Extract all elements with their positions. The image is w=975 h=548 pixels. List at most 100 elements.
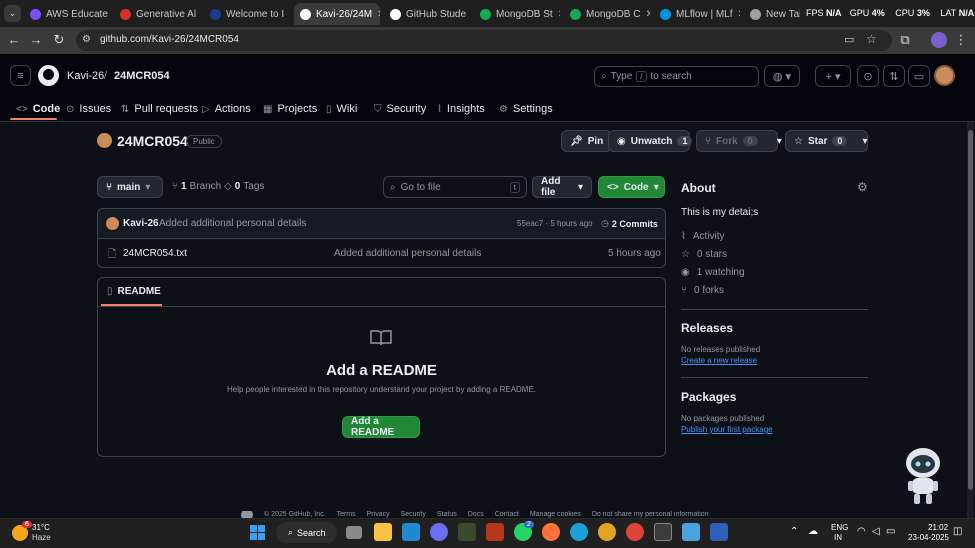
search-input[interactable]: ⌕ Type / to search	[594, 66, 759, 87]
vscode-icon[interactable]	[402, 523, 420, 541]
notification-bell-icon[interactable]: ◫	[953, 526, 962, 537]
about-settings-icon[interactable]: ⚙	[857, 180, 868, 194]
lang-top[interactable]: ENG	[831, 523, 848, 532]
chrome-profile-icon[interactable]	[626, 523, 644, 541]
tags-link[interactable]: ◇ 0 Tags	[224, 181, 264, 192]
notepad-icon[interactable]	[682, 523, 700, 541]
bookmark-star-icon[interactable]: ☆	[866, 32, 877, 46]
tab-close-icon[interactable]: ✕	[377, 9, 380, 20]
back-icon[interactable]: ←	[5, 31, 23, 49]
packages-heading[interactable]: Packages	[681, 390, 736, 404]
browser-tab[interactable]: New Tab	[744, 3, 800, 25]
profile-avatar-icon[interactable]	[931, 32, 947, 48]
tab-wiki[interactable]: ▯ Wiki	[326, 100, 357, 118]
tab-actions[interactable]: ▷ Actions	[202, 100, 251, 118]
tab-close-icon[interactable]: ✕	[738, 9, 741, 20]
branch-selector[interactable]: ⑂ main ▾	[97, 176, 163, 198]
commit-author[interactable]: Kavi-26	[123, 218, 159, 229]
browser-tab[interactable]: Generative Al✕	[114, 3, 200, 25]
browser-tab[interactable]: MongoDB St ✕	[474, 3, 560, 25]
firefox-icon[interactable]	[542, 523, 560, 541]
tab-security[interactable]: ⛉ Security	[374, 100, 426, 118]
branches-link[interactable]: ⑂ 1 Branch	[172, 181, 221, 192]
browser-tab[interactable]: MongoDB C ✕	[564, 3, 650, 25]
tab-close-icon[interactable]: ✕	[645, 9, 650, 20]
lang-bottom[interactable]: IN	[834, 533, 842, 542]
browser-menu-icon[interactable]: ⋮	[952, 31, 970, 49]
inbox-icon[interactable]: ▭	[908, 65, 930, 87]
pin-button[interactable]: 📌︎ Pin	[561, 130, 613, 152]
taskbar-search[interactable]: ⌕ Search	[276, 522, 337, 543]
weather-widget[interactable]: 6 31°C Haze	[8, 521, 68, 545]
copilot-app-icon[interactable]	[430, 523, 448, 541]
task-view-icon[interactable]	[346, 526, 362, 539]
onedrive-icon[interactable]: ☁	[808, 526, 818, 537]
tab-code[interactable]: <> Code	[16, 100, 60, 118]
watching-link[interactable]: ◉ 1 watching	[681, 267, 745, 278]
commit-meta[interactable]: 55eac7 · 5 hours ago	[517, 219, 593, 228]
tray-chevron-icon[interactable]: ⌃	[790, 526, 798, 537]
install-app-icon[interactable]: ▭	[844, 33, 854, 46]
file-name[interactable]: 24MCR054.txt	[123, 248, 187, 259]
unwatch-button[interactable]: ◉Unwatch 1 ▾	[608, 130, 702, 152]
word-icon[interactable]	[710, 523, 728, 541]
scrollbar-thumb[interactable]	[968, 130, 973, 490]
file-explorer-icon[interactable]	[374, 523, 392, 541]
commits-link[interactable]: ◷ 2 Commits	[601, 218, 658, 229]
create-release-link[interactable]: Create a new release	[681, 356, 757, 365]
add-file-button[interactable]: Add file ▾	[532, 176, 592, 198]
wifi-icon[interactable]: ◠	[857, 526, 866, 537]
browser-tab[interactable]: Kavi-26/24M ✕	[294, 3, 380, 25]
tab-close-icon[interactable]: ✕	[558, 9, 560, 20]
stars-link[interactable]: ☆ 0 stars	[681, 249, 727, 260]
page-scrollbar[interactable]	[967, 122, 974, 518]
site-info-icon[interactable]: ⚙	[82, 34, 91, 45]
forward-icon[interactable]: →	[27, 31, 45, 49]
forks-link[interactable]: ⑂ 0 forks	[681, 285, 724, 296]
star-button[interactable]: ☆ Star 0 ▾	[785, 130, 868, 152]
add-readme-button[interactable]: Add a README	[342, 416, 420, 438]
browser-tab[interactable]: MLflow | MLf ✕	[654, 3, 740, 25]
clock-time[interactable]: 21:02	[928, 523, 948, 532]
readme-tab[interactable]: ▯ README	[107, 286, 161, 297]
repo-link[interactable]: 24MCR054	[114, 70, 170, 82]
volume-icon[interactable]: ◁	[872, 526, 880, 537]
copilot-button[interactable]: ◍ ▾	[764, 65, 800, 87]
tab-search-button[interactable]: ⌄	[4, 5, 21, 22]
edge-icon[interactable]	[570, 523, 588, 541]
game-app-icon[interactable]	[458, 523, 476, 541]
issues-icon[interactable]: ⊙	[857, 65, 879, 87]
owner-link[interactable]: Kavi-26	[67, 70, 104, 82]
browser-tab[interactable]: AWS Educate✕	[24, 3, 110, 25]
table-row[interactable]: 🗋︎ 24MCR054.txt Added additional persona…	[98, 240, 665, 267]
tab-close-icon[interactable]: ✕	[289, 9, 290, 20]
tab-projects[interactable]: ▦ Projects	[263, 100, 317, 118]
activity-link[interactable]: ⌇ Activity	[681, 231, 725, 242]
tab-pull-requests[interactable]: ⇅ Pull requests	[121, 100, 198, 118]
code-button[interactable]: <> Code ▾	[598, 176, 665, 198]
pull-requests-icon[interactable]: ⇅	[883, 65, 905, 87]
battery-icon[interactable]: ▭	[886, 526, 895, 537]
start-button[interactable]	[250, 525, 265, 540]
reload-icon[interactable]: ↻	[50, 31, 68, 49]
github-logo-icon[interactable]	[38, 65, 59, 86]
commit-message[interactable]: Added additional personal details	[159, 218, 306, 229]
create-new-button[interactable]: + ▾	[815, 65, 851, 87]
chrome-icon[interactable]	[598, 523, 616, 541]
releases-heading[interactable]: Releases	[681, 321, 733, 335]
fork-button[interactable]: ⑂ Fork 0 ▾	[696, 130, 782, 152]
repo-title[interactable]: 24MCR054	[117, 133, 188, 149]
user-avatar[interactable]	[934, 65, 955, 86]
file-commit-message[interactable]: Added additional personal details	[334, 248, 481, 259]
terminal-icon[interactable]	[654, 523, 672, 541]
extensions-icon[interactable]: ⧉	[896, 31, 914, 49]
clock-date[interactable]: 23-04-2025	[908, 533, 949, 542]
publish-package-link[interactable]: Publish your first package	[681, 425, 773, 434]
browser-tab[interactable]: Welcome to I ✕	[204, 3, 290, 25]
robot-mascot-icon[interactable]	[900, 445, 946, 507]
tab-issues[interactable]: ⊙ Issues	[66, 100, 111, 118]
hamburger-menu-button[interactable]: ≡	[10, 65, 31, 86]
tab-settings[interactable]: ⚙ Settings	[499, 100, 553, 118]
media-app-icon[interactable]	[486, 523, 504, 541]
address-bar[interactable]: ⚙ github.com/Kavi-26/24MCR054 ▭ ☆	[76, 30, 892, 51]
